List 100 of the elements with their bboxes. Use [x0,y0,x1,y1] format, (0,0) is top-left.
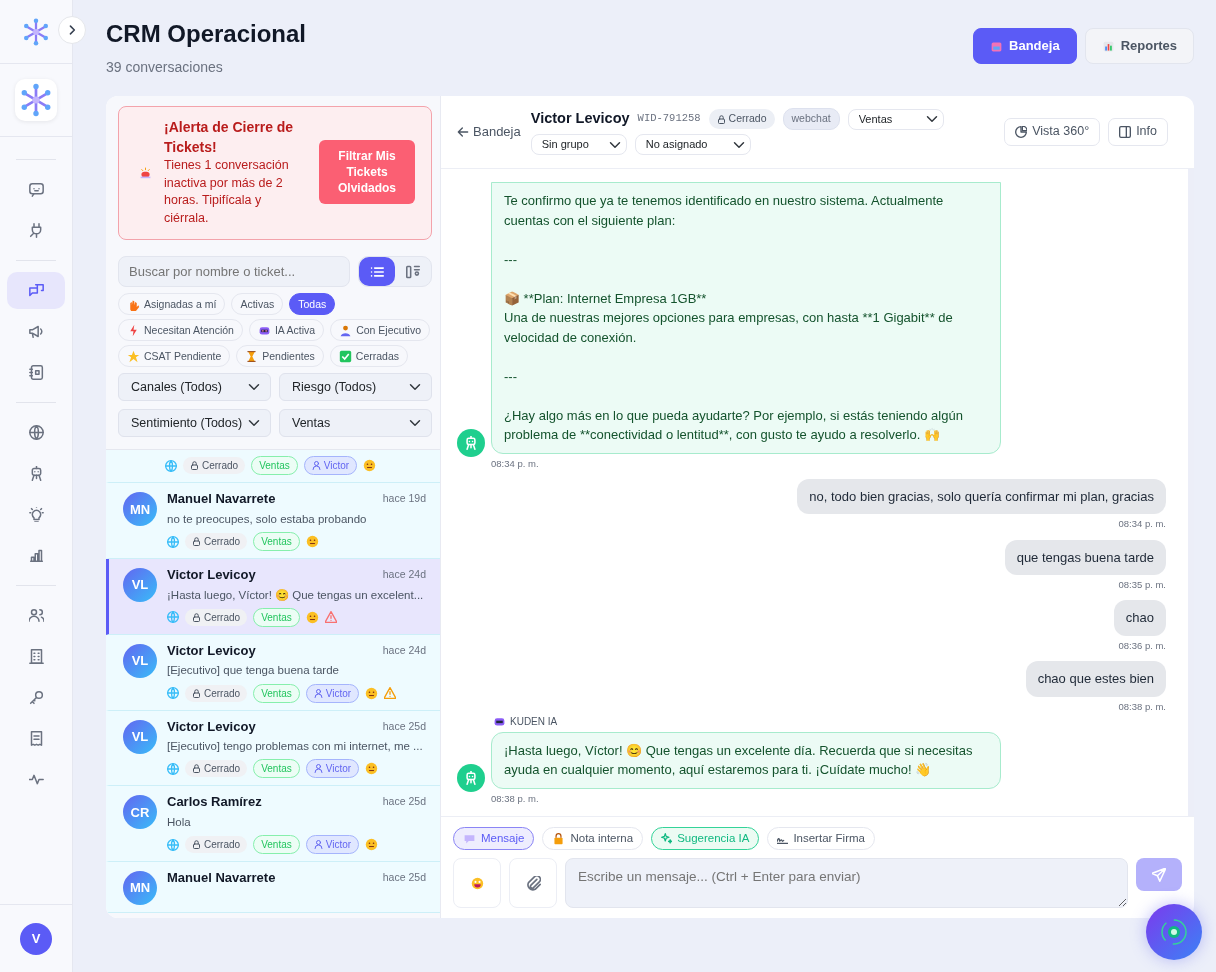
attach-button[interactable] [509,858,557,908]
mode-tab[interactable]: Nota interna [542,827,644,850]
building-icon [28,649,44,664]
inbox-icon [990,39,1004,53]
bar-chart-icon [1101,39,1115,53]
message-time: 08:36 p. m. [1118,638,1166,653]
robot-icon [464,435,478,450]
department-tag: Ventas [253,532,300,552]
inbox-button[interactable]: Bandeja [973,28,1077,64]
contacts-book-icon [28,365,44,380]
megaphone-icon [28,324,44,339]
checkbox-icon [338,349,352,363]
status-tag: Cerrado [183,457,246,475]
info-button[interactable]: Info [1108,117,1168,146]
filter-chip[interactable]: Cerradas [329,345,408,368]
globe-icon [165,459,177,472]
filter-chip[interactable]: Todas [289,293,336,316]
page-title: CRM Operacional [106,20,307,49]
avatar: MN [123,871,157,906]
conversation-item[interactable]: VL Victor Levicoy hace 25d [Ejecutivo] tengo problemas con mi internet, me ... Cerrado Ventas Victor [106,710,440,787]
filter-dropdown[interactable]: Riesgo (Todos) [279,373,432,402]
filter-chip[interactable]: Con Ejecutivo [330,319,430,342]
padlock-icon [552,832,566,845]
bar-chart-icon [28,548,44,563]
list-icon [370,264,384,279]
message-time: 08:34 p. m. [1118,517,1166,532]
filter-chip[interactable]: Activas [231,293,284,316]
paperclip-icon [525,875,541,891]
users-icon [28,608,44,623]
conversation-count: 39 conversaciones [106,57,224,77]
avatar: VL [123,643,157,678]
person-icon [313,764,323,774]
conversation-item[interactable]: VL Victor Levicoy hace 24d ¡Hasta luego, Víctor! 😊 Que tengas un excelent... Cerrado Ventas [106,559,440,635]
department-tag: Ventas [253,759,300,779]
message-time: 08:35 p. m. [1118,578,1166,592]
filter-chip[interactable]: Asignadas a mí [118,293,226,316]
contact-name: Carlos Ramírez [167,793,262,812]
lock-icon [192,764,201,774]
mode-tab[interactable]: Mensaje [453,827,535,850]
message-preview: no te preocupes, solo estaba probando [167,511,368,527]
bot-message: Te confirmo que ya te tenemos identificado en nuestro sistema. Actualmente cuentas con el siguiente plan: --- 📦 **Plan: Internet Empresa 1GB** Una de nuestras mejores opciones para empresas, con hasta **1 Gigabit** de velocidad de conexión. --- ¿Hay algo más en lo que pueda ayudarte? Por ejemplo, si estás teniendo algún problema de **conectividad o lentitud**, con gusto te ayudo a resolverlo. 🙌 [491,182,1001,454]
filter-chip[interactable]: Necesitan Atención [118,319,243,342]
filter-dropdown[interactable]: Sentimiento (Todos) [118,409,271,438]
arrow-left-icon [457,125,469,138]
receipt-icon [28,731,44,746]
collapse-button[interactable] [58,16,86,44]
mode-tab[interactable]: Insertar Firma [767,827,875,850]
conversation-item[interactable]: Cerrado Ventas Victor [106,450,440,484]
search-field[interactable]: Buscar por nombre o ticket... [118,256,350,288]
department-tag: Ventas [253,835,300,855]
timestamp: hace 25d [382,794,426,810]
logo-icon [21,16,51,47]
person-icon [313,840,323,850]
chats-icon [28,283,44,298]
message-preview: ¡Hasta luego, Víctor! 😊 Que tengas un excelent... [167,587,425,603]
back-link[interactable]: Bandeja [457,122,521,142]
lock-icon [192,537,201,547]
siren-icon [139,165,152,179]
filter-chip[interactable]: IA Activa [248,319,325,342]
user-message: que tengas buena tarde [1004,539,1166,575]
conversation-item[interactable]: VL Victor Levicoy hace 24d [Ejecutivo] que tenga buena tarde Cerrado Ventas Victor [106,634,440,711]
message-input[interactable]: Escribe un mensaje... (Ctrl + Enter para enviar) [565,858,1128,908]
assignee-dropdown[interactable]: No asignado [634,134,751,156]
speech-bubble-icon [463,832,476,845]
globe-icon [28,425,44,440]
filter-dropdown[interactable]: Ventas [279,409,432,438]
department-dropdown[interactable]: Ventas [847,108,944,130]
key-icon [28,690,44,705]
filter-chip[interactable]: Pendientes [236,345,324,368]
timestamp: hace 24d [382,567,426,582]
user-avatar[interactable]: V [20,922,52,955]
list-view-button[interactable] [359,257,395,287]
contact-name: Victor Levicoy [167,566,256,585]
alert-title: ¡Alerta de Cierre de Tickets! [164,117,295,158]
globe-icon [167,687,179,700]
assistant-button[interactable] [1146,904,1202,960]
reports-button[interactable]: Reportes [1084,28,1194,64]
sidebar-item[interactable] [7,272,65,309]
filter-chip[interactable]: CSAT Pendiente [118,345,231,368]
message-preview: [Ejecutivo] que tenga buena tarde [167,663,340,679]
conversation-item[interactable]: MN Manuel Navarrete hace 19d no te preocupes, solo estaba probando Cerrado Ventas [106,483,440,560]
lightbulb-icon [28,507,44,522]
message-preview: Hola [167,814,192,830]
user-message: no, todo bien gracias, solo quería confirmar mi plan, gracias [797,478,1166,515]
view-360-button[interactable]: Vista 360° [1004,117,1101,146]
agent-tag: Victor [303,456,358,476]
smiley-icon [363,459,377,473]
lock-icon [192,688,201,698]
group-dropdown[interactable]: Sin grupo [530,134,627,156]
smiley-icon [365,838,379,852]
filter-dropdown[interactable]: Canales (Todos) [118,373,271,402]
message-preview: [Ejecutivo] tengo problemas con mi internet, me ... [167,739,424,755]
conversation-item[interactable]: CR Carlos Ramírez hace 25d Hola Cerrado Ventas Victor [106,786,440,863]
lock-icon [192,612,201,622]
smiley-icon [365,762,379,776]
lock-icon [192,840,201,850]
globe-icon [167,611,179,624]
timestamp: hace 25d [382,870,426,885]
conversation-item[interactable]: MN Manuel Navarrete hace 25d [106,862,440,914]
avatar: VL [123,568,157,603]
